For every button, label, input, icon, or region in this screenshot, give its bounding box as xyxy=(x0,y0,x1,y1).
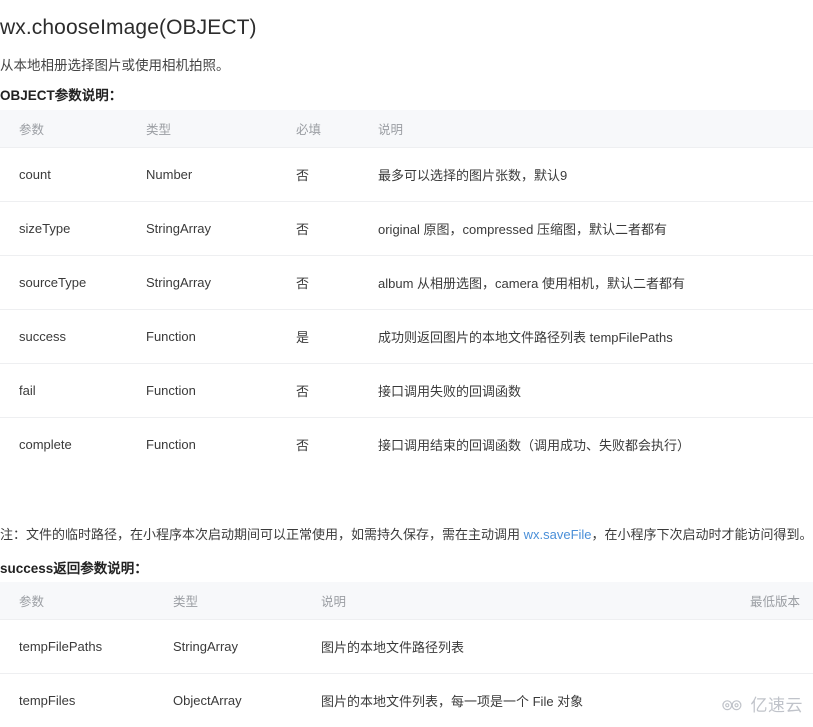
page-description: 从本地相册选择图片或使用相机拍照。 xyxy=(0,57,230,73)
cell-required: 否 xyxy=(296,146,378,201)
page-title: wx.chooseImage(OBJECT) xyxy=(0,16,257,40)
cell-desc: original 原图，compressed 压缩图，默认二者都有 xyxy=(378,200,813,255)
section-heading-success-params: success返回参数说明： xyxy=(0,561,148,577)
cell-required: 否 xyxy=(296,200,378,255)
cell-param: complete xyxy=(0,416,146,471)
table-row: tempFilePaths StringArray 图片的本地文件路径列表 xyxy=(0,618,813,673)
cell-min-version xyxy=(701,618,813,673)
column-header-type: 类型 xyxy=(146,110,296,147)
table-header: 参数 类型 说明 最低版本 xyxy=(0,582,813,619)
cell-desc: 图片的本地文件路径列表 xyxy=(321,618,701,673)
cell-type: ObjectArray xyxy=(173,672,321,727)
cell-type: Function xyxy=(146,308,296,363)
cell-param: success xyxy=(0,308,146,363)
wx-savefile-link[interactable]: wx.saveFile xyxy=(524,527,592,542)
cell-param: sizeType xyxy=(0,200,146,255)
cell-type: Number xyxy=(146,146,296,201)
column-header-param: 参数 xyxy=(0,110,146,147)
cell-param: count xyxy=(0,146,146,201)
cell-desc: 图片的本地文件列表，每一项是一个 File 对象 xyxy=(321,672,701,727)
cell-param: tempFilePaths xyxy=(0,618,173,673)
table-row: complete Function 否 接口调用结束的回调函数（调用成功、失败都… xyxy=(0,416,813,471)
column-header-desc: 说明 xyxy=(321,582,701,619)
cell-required: 否 xyxy=(296,416,378,471)
cell-desc: 最多可以选择的图片张数，默认9 xyxy=(378,146,813,201)
table-body: count Number 否 最多可以选择的图片张数，默认9 sizeType … xyxy=(0,146,813,471)
cell-desc: album 从相册选图，camera 使用相机，默认二者都有 xyxy=(378,254,813,309)
object-params-table: 参数 类型 必填 说明 count Number 否 最多可以选择的图片张数，默… xyxy=(0,110,813,471)
cell-min-version xyxy=(701,672,813,727)
cell-type: StringArray xyxy=(173,618,321,673)
column-header-type: 类型 xyxy=(173,582,321,619)
cell-type: Function xyxy=(146,362,296,417)
cell-type: Function xyxy=(146,416,296,471)
cell-param: fail xyxy=(0,362,146,417)
documentation-page: wx.chooseImage(OBJECT) 从本地相册选择图片或使用相机拍照。… xyxy=(0,0,813,727)
cell-required: 否 xyxy=(296,362,378,417)
table-header-row: 参数 类型 说明 最低版本 xyxy=(0,582,813,619)
table-row: count Number 否 最多可以选择的图片张数，默认9 xyxy=(0,146,813,201)
cell-desc: 接口调用失败的回调函数 xyxy=(378,362,813,417)
cell-type: StringArray xyxy=(146,254,296,309)
note-paragraph: 注：文件的临时路径，在小程序本次启动期间可以正常使用，如需持久保存，需在主动调用… xyxy=(0,525,813,545)
cell-required: 否 xyxy=(296,254,378,309)
cell-desc: 成功则返回图片的本地文件路径列表 tempFilePaths xyxy=(378,308,813,363)
note-text-before-link: 注：文件的临时路径，在小程序本次启动期间可以正常使用，如需持久保存，需在主动调用 xyxy=(0,527,524,542)
table-row: success Function 是 成功则返回图片的本地文件路径列表 temp… xyxy=(0,308,813,363)
cell-param: sourceType xyxy=(0,254,146,309)
cell-desc: 接口调用结束的回调函数（调用成功、失败都会执行） xyxy=(378,416,813,471)
note-text-after-link: ，在小程序下次启动时才能访问得到。 xyxy=(591,527,813,542)
table-header: 参数 类型 必填 说明 xyxy=(0,110,813,147)
table-row: sourceType StringArray 否 album 从相册选图，cam… xyxy=(0,254,813,309)
table-body: tempFilePaths StringArray 图片的本地文件路径列表 te… xyxy=(0,618,813,727)
table-row: tempFiles ObjectArray 图片的本地文件列表，每一项是一个 F… xyxy=(0,672,813,727)
cell-param: tempFiles xyxy=(0,672,173,727)
table-row: fail Function 否 接口调用失败的回调函数 xyxy=(0,362,813,417)
cell-required: 是 xyxy=(296,308,378,363)
table-header-row: 参数 类型 必填 说明 xyxy=(0,110,813,147)
cell-type: StringArray xyxy=(146,200,296,255)
column-header-param: 参数 xyxy=(0,582,173,619)
column-header-desc: 说明 xyxy=(378,110,813,147)
table-row: sizeType StringArray 否 original 原图，compr… xyxy=(0,200,813,255)
section-heading-object-params: OBJECT参数说明： xyxy=(0,88,123,104)
success-params-table: 参数 类型 说明 最低版本 tempFilePaths StringArray … xyxy=(0,582,813,727)
column-header-required: 必填 xyxy=(296,110,378,147)
column-header-min-version: 最低版本 xyxy=(701,582,813,619)
